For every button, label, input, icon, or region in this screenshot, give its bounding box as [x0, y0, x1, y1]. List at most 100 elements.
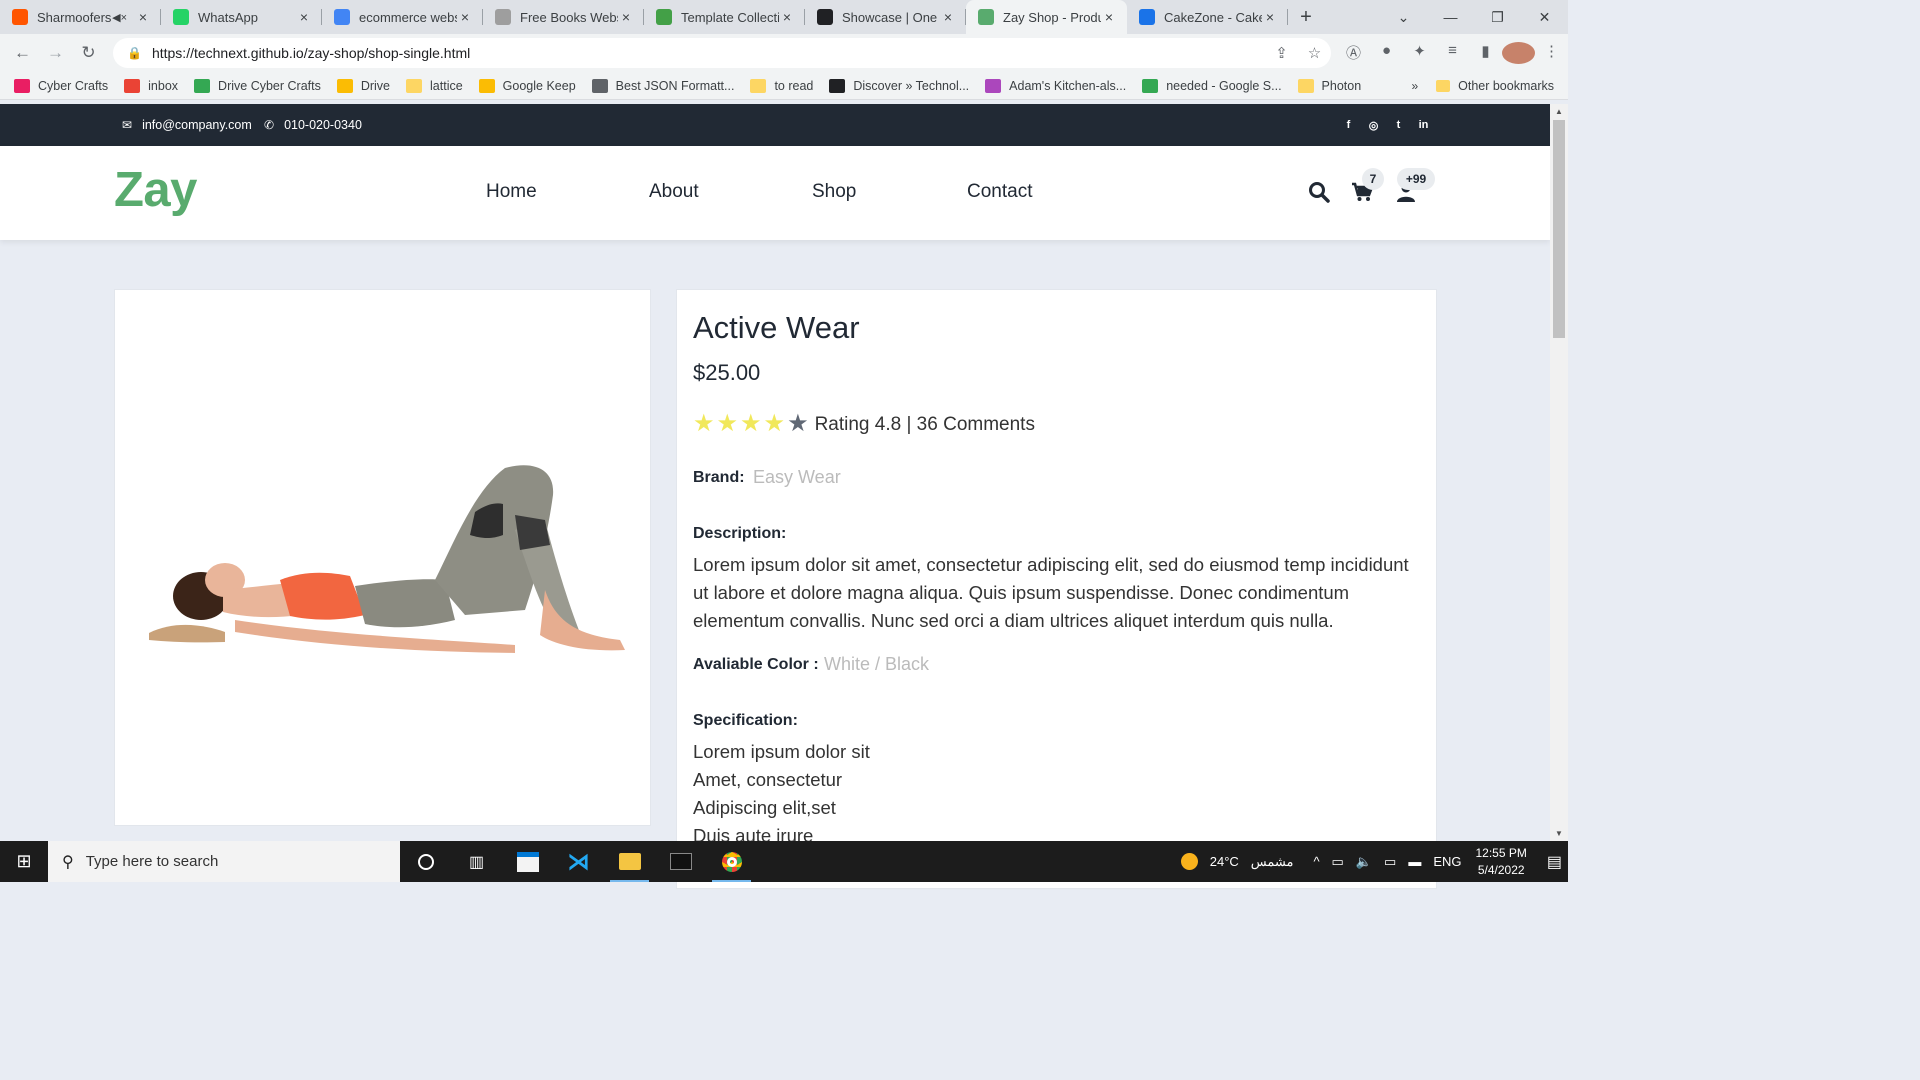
taskbar-search[interactable]: ⚲ Type here to search [48, 841, 400, 882]
tab-7[interactable]: Zay Shop - Produ × [966, 0, 1127, 34]
bookmark-item[interactable]: lattice [406, 78, 463, 93]
new-tab-button[interactable]: + [1288, 0, 1324, 34]
tray-chevron-icon[interactable]: ^ [1313, 854, 1319, 869]
tab-title: Zay Shop - Produ [1003, 9, 1101, 25]
nav-shop[interactable]: Shop [812, 181, 856, 203]
temperature-text: 24°C [1209, 854, 1239, 869]
close-tab-icon[interactable]: × [618, 9, 634, 25]
sun-icon [1180, 853, 1198, 870]
nav-about[interactable]: About [649, 181, 699, 203]
instagram-icon[interactable]: ◎ [1361, 119, 1386, 132]
bookmark-item[interactable]: Drive [336, 78, 391, 93]
clock[interactable]: 12:55 PM 5/4/2022 [1476, 845, 1527, 879]
bookmark-item[interactable]: Drive Cyber Crafts [194, 78, 321, 93]
language-indicator[interactable]: ENG [1433, 854, 1461, 869]
email-link[interactable]: ✉ info@company.com [122, 118, 252, 132]
bookmark-item[interactable]: needed - Google S... [1142, 78, 1282, 93]
restore-button[interactable]: ❐ [1474, 9, 1521, 26]
avatar[interactable] [1502, 42, 1535, 64]
bookmark-item[interactable]: Google Keep [478, 78, 576, 93]
close-tab-icon[interactable]: × [779, 9, 795, 25]
meet-icon[interactable]: ▭ [1332, 854, 1344, 870]
close-tab-icon[interactable]: × [1262, 9, 1278, 25]
product-image [149, 465, 625, 653]
bookmark-item[interactable]: Cyber Crafts [14, 78, 109, 93]
notifications-icon[interactable]: ▤ [1547, 852, 1562, 872]
tab-5[interactable]: Template Collecti × [644, 0, 805, 34]
other-bookmarks[interactable]: Other bookmarks [1436, 79, 1554, 93]
network-icon[interactable]: ▭ [1384, 854, 1396, 870]
reading-list-icon[interactable]: ≡ [1436, 42, 1469, 64]
menu-icon[interactable]: ⋮ [1535, 42, 1568, 64]
side-panel-icon[interactable]: ▮ [1469, 42, 1502, 64]
forward-button[interactable]: → [39, 43, 72, 63]
volume-icon[interactable]: 🔈 [1356, 854, 1372, 870]
close-tab-icon[interactable]: × [135, 9, 151, 25]
spec-item: Lorem ipsum dolor sit [693, 741, 870, 762]
bookmark-item[interactable]: Adam's Kitchen-als... [985, 78, 1126, 93]
terminal-icon[interactable] [655, 841, 706, 882]
bookmark-item[interactable]: Photon [1297, 78, 1361, 93]
bookmark-item[interactable]: inbox [124, 78, 178, 93]
bookmark-item[interactable]: Discover » Technol... [829, 78, 969, 93]
tab-4[interactable]: Free Books Webs × [483, 0, 644, 34]
bookmarks-overflow-button[interactable]: » [1411, 79, 1418, 93]
brand-label: Brand: [693, 469, 745, 486]
windows-start-icon[interactable]: ⊞ [0, 851, 48, 872]
tab-8[interactable]: CakeZone - Cake × [1127, 0, 1288, 34]
file-explorer-icon[interactable] [604, 841, 655, 882]
specification-list: Lorem ipsum dolor sit Amet, consectetur … [693, 738, 870, 850]
bookmark-star-icon[interactable]: ☆ [1298, 44, 1331, 62]
bookmark-icon [124, 78, 141, 93]
facebook-icon[interactable]: f [1336, 119, 1361, 132]
url-path: /zay-shop/shop-single.html [303, 45, 471, 61]
bookmark-item[interactable]: Best JSON Formatt... [591, 78, 734, 93]
minimize-button[interactable]: — [1427, 9, 1474, 25]
close-tab-icon[interactable]: × [940, 9, 956, 25]
site-info-bar: ✉ info@company.com ✆ 010-020-0340 f ◎ t … [0, 104, 1550, 146]
email-text: info@company.com [142, 118, 252, 132]
scroll-up-arrow[interactable]: ▲ [1550, 107, 1568, 116]
clock-time: 12:55 PM [1475, 845, 1527, 860]
reload-button[interactable]: ↻ [72, 43, 105, 63]
bookmark-label: Cyber Crafts [38, 78, 109, 93]
linkedin-icon[interactable]: in [1411, 119, 1436, 132]
tab-1[interactable]: Sharmoofers ◀× × [0, 0, 161, 34]
nav-home[interactable]: Home [486, 181, 537, 203]
search-icon[interactable] [1308, 181, 1330, 203]
site-logo[interactable]: Zay [114, 162, 197, 218]
twitter-icon[interactable]: t [1386, 119, 1411, 132]
back-button[interactable]: ← [6, 43, 39, 63]
share-icon[interactable]: ⇪ [1265, 44, 1298, 62]
tab-6[interactable]: Showcase | One I × [805, 0, 966, 34]
profile-switch-icon[interactable]: ● [1370, 42, 1403, 64]
battery-icon[interactable]: ▬ [1408, 854, 1421, 869]
tab-3[interactable]: ecommerce webs × [322, 0, 483, 34]
bookmark-item[interactable]: to read [750, 78, 813, 93]
scroll-thumb[interactable] [1553, 120, 1565, 338]
scroll-down-arrow[interactable]: ▼ [1550, 829, 1568, 838]
nav-contact[interactable]: Contact [967, 181, 1032, 203]
address-bar[interactable]: 🔒 https://technext.github.io/zay-shop/sh… [113, 38, 1331, 68]
product-price: $25.00 [693, 360, 761, 385]
bookmark-icon [829, 78, 846, 93]
tab-2[interactable]: WhatsApp × [161, 0, 322, 34]
page-scrollbar[interactable]: ▲ ▼ [1550, 104, 1568, 841]
bookmark-label: Drive [360, 78, 391, 93]
close-tab-icon[interactable]: × [1101, 9, 1117, 25]
account-a-icon[interactable]: Ⓐ [1337, 42, 1370, 64]
extensions-icon[interactable]: ✦ [1403, 42, 1436, 64]
close-tab-icon[interactable]: × [457, 9, 473, 25]
vscode-icon[interactable]: ⋊ [553, 841, 604, 882]
close-window-button[interactable]: ✕ [1521, 9, 1568, 26]
chrome-icon[interactable] [706, 841, 757, 882]
close-tab-icon[interactable]: × [296, 9, 312, 25]
store-icon[interactable] [502, 841, 553, 882]
cortana-icon[interactable] [400, 841, 451, 882]
product-info-card: Active Wear $25.00 ★★★★★ Rating 4.8 | 36… [676, 289, 1437, 889]
tab-search-icon[interactable]: ⌄ [1380, 9, 1427, 26]
task-view-icon[interactable]: ▥ [451, 841, 502, 882]
window-controls: ⌄ — ❐ ✕ [1380, 0, 1568, 34]
mute-icon[interactable]: ◀× [112, 11, 127, 24]
phone-link[interactable]: ✆ 010-020-0340 [264, 118, 362, 132]
